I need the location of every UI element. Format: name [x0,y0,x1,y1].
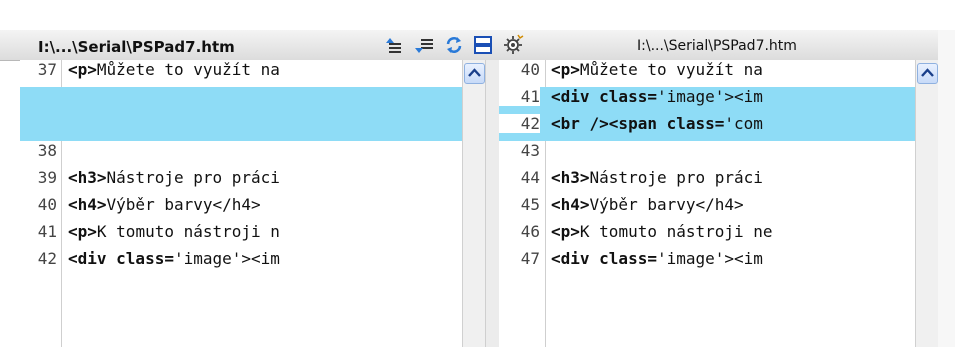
window-edge [938,30,955,347]
code-line: 38 [37,141,57,160]
code-line: 44 <h3>Nástroje pro práci [520,168,763,187]
code-line: 37 <p>Můžete to využít na [37,60,280,79]
right-vertical-scrollbar[interactable] [915,60,938,347]
code-line: 46 <p>K tomuto nástroji ne [520,222,773,241]
code-line-changed: 41 <div class='image'><im [499,87,938,114]
settings-button[interactable] [503,34,525,56]
code-line: 42 <div class='image'><im [37,249,280,268]
code-line: 39 <h3>Nástroje pro práci [37,168,280,187]
code-line: 47 <div class='image'><im [520,249,763,268]
right-scroll-up-button[interactable] [917,63,938,84]
left-scroll-up-button[interactable] [464,63,485,84]
code-line: 40 <p>Můžete to využít na [520,60,763,79]
refresh-button[interactable] [443,34,465,56]
right-code-pane[interactable]: 40 <p>Můžete to využít na 41 <div class='i… [499,60,938,347]
next-diff-icon [415,39,433,53]
diff-window: I:\...\Serial\PSPad7.htm I:\...\Serial\P… [0,0,955,347]
left-code-pane[interactable]: 37 <p>Můžete to využít na 38 39 <h3>Nástro… [20,60,485,347]
toggle-view-button[interactable] [472,34,494,56]
settings-icon [504,34,524,54]
code-line: 41 <p>K tomuto nástroji n [37,222,280,241]
code-line: 40 <h4>Výběr barvy</h4> [37,195,261,214]
prev-diff-icon [386,38,401,53]
code-line: 43 [520,141,540,160]
left-file-path: I:\...\Serial\PSPad7.htm [38,38,235,56]
toggle-view-icon [474,36,492,54]
right-lines: 40 <p>Můžete to využít na 41 <div class='i… [499,60,938,276]
code-line-changed: 42 <br /><span class='com [499,114,938,141]
next-diff-button[interactable] [413,34,435,56]
refresh-icon [446,37,462,53]
code-line-changed [20,114,485,141]
code-line-changed [20,87,485,114]
chevron-up-icon [921,68,934,77]
code-line: 45 <h4>Výběr barvy</h4> [520,195,744,214]
left-lines: 37 <p>Můžete to využít na 38 39 <h3>Nástro… [20,60,485,276]
right-file-path: I:\...\Serial\PSPad7.htm [637,38,797,54]
prev-diff-button[interactable] [383,34,405,56]
chevron-up-icon [468,68,481,77]
diff-toolbar: I:\...\Serial\PSPad7.htm I:\...\Serial\P… [0,30,955,61]
left-vertical-scrollbar[interactable] [462,60,485,347]
